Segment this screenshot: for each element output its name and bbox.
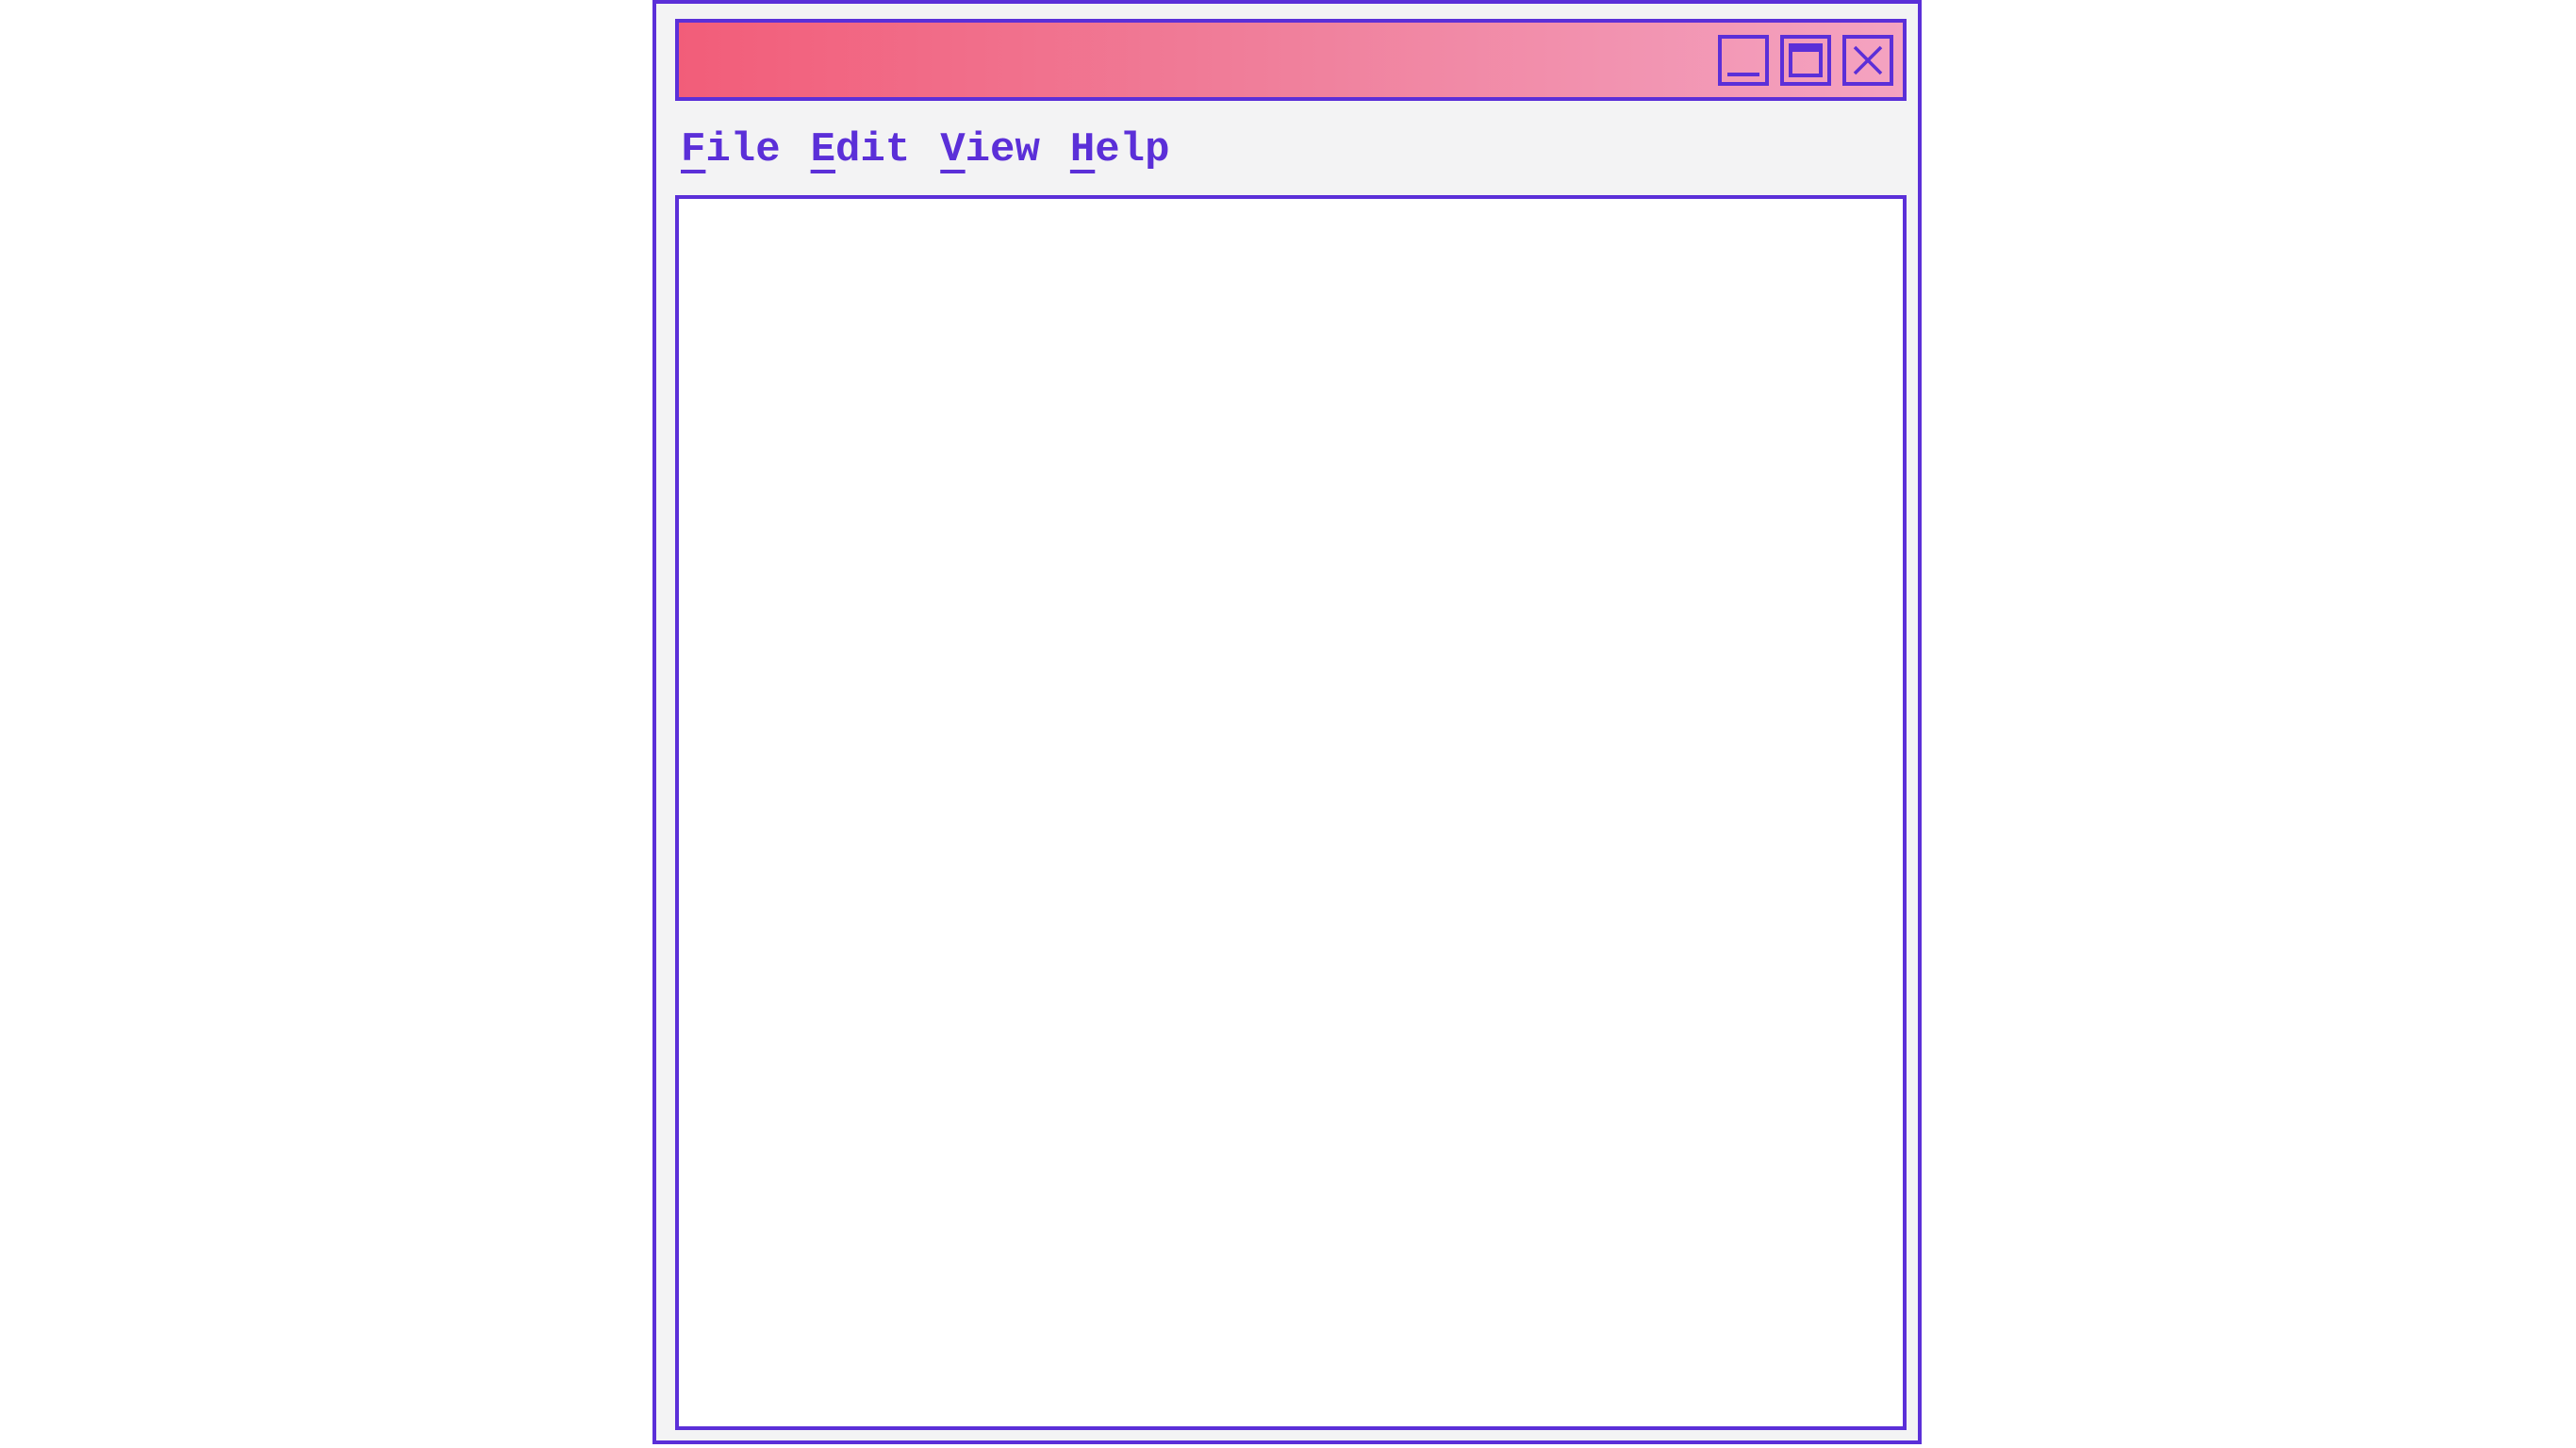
menu-view-label: iew [965,126,1040,173]
maximize-button[interactable] [1780,35,1831,86]
menu-view-mnemonic: V [940,126,966,173]
menu-help-mnemonic: H [1069,126,1096,173]
minimize-button[interactable] [1718,35,1769,86]
title-bar[interactable] [675,19,1907,101]
minimize-icon [1727,73,1759,76]
menu-edit-mnemonic: E [810,126,836,173]
menu-bar: File Edit View Help [675,107,1907,192]
app-window: File Edit View Help [652,0,1922,1444]
close-button[interactable] [1842,35,1893,86]
menu-file-label: ile [705,126,781,173]
menu-help[interactable]: Help [1070,129,1170,171]
menu-file[interactable]: File [681,129,781,171]
content-area[interactable] [675,195,1907,1430]
menu-view[interactable]: View [940,129,1040,171]
menu-help-label: elp [1095,126,1170,173]
menu-edit-label: dit [835,126,911,173]
menu-file-mnemonic: F [681,126,706,173]
menu-edit[interactable]: Edit [811,129,911,171]
close-icon [1853,45,1883,75]
maximize-icon [1789,43,1823,77]
